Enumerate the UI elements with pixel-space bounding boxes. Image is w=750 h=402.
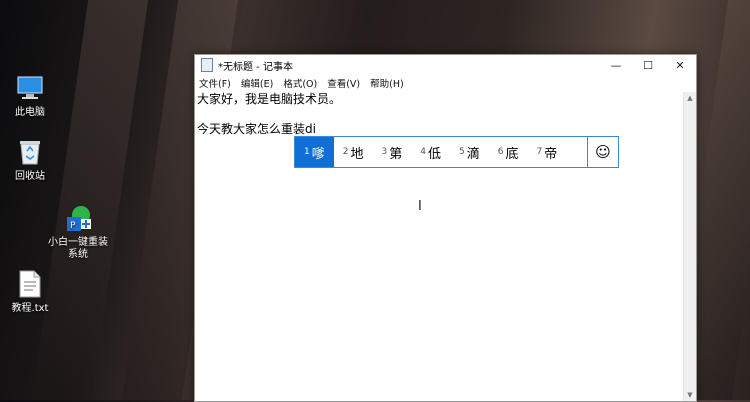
candidate-number: 7 — [536, 147, 543, 157]
ime-candidate[interactable]: 4低 — [411, 137, 450, 167]
menu-bar: 文件(F) 编辑(E) 格式(O) 查看(V) 帮助(H) — [195, 75, 696, 91]
menu-file[interactable]: 文件(F) — [199, 76, 231, 90]
candidate-number: 2 — [342, 147, 349, 157]
ime-candidate[interactable]: 1嗲 — [295, 137, 334, 167]
notepad-window[interactable]: *无标题 - 记事本 — ☐ ✕ 文件(F) 编辑(E) 格式(O) 查看(V)… — [194, 54, 697, 402]
desktop-icon-label: 回收站 — [15, 171, 45, 182]
text-line — [197, 107, 684, 122]
desktop-icon-this-pc[interactable]: 此电脑 — [0, 72, 60, 119]
candidate-text: 帝 — [544, 146, 558, 162]
candidate-text: 地 — [350, 146, 364, 162]
svg-text:P: P — [70, 221, 76, 231]
ime-candidate-bar: 1嗲 2地 3第 4低 5滴 6底 7帝 ☺ — [294, 136, 619, 168]
recycle-bin-icon — [14, 136, 46, 168]
vertical-scrollbar[interactable]: ▲ ▼ — [683, 92, 696, 401]
menu-format[interactable]: 格式(O) — [283, 76, 317, 90]
text-cursor-icon: I — [418, 199, 422, 214]
candidate-number: 5 — [459, 147, 465, 157]
emoji-icon[interactable]: ☺ — [587, 137, 618, 167]
desktop-icon-label: 教程.txt — [11, 303, 49, 314]
ime-candidate[interactable]: 7帝 — [528, 137, 567, 167]
window-title: *无标题 - 记事本 — [218, 61, 293, 73]
maximize-button[interactable]: ☐ — [632, 55, 664, 75]
ime-candidate[interactable]: 5滴 — [450, 137, 489, 167]
candidate-number: 6 — [497, 147, 504, 157]
candidate-text: 第 — [389, 146, 403, 162]
menu-view[interactable]: 查看(V) — [327, 76, 360, 90]
menu-edit[interactable]: 编辑(E) — [241, 76, 273, 90]
scroll-down-icon[interactable]: ▼ — [684, 389, 696, 401]
desktop-icon-tutorial-txt[interactable]: 教程.txt — [0, 268, 60, 315]
desktop-icon-label: 小白一键重装系统 — [48, 237, 108, 260]
ime-candidate[interactable]: 3第 — [373, 137, 412, 167]
candidate-number: 4 — [420, 147, 426, 157]
candidate-text: 嗲 — [311, 146, 325, 162]
candidate-text: 底 — [505, 146, 519, 162]
xiaobai-app-icon: P — [62, 202, 94, 234]
desktop-icon-recycle-bin[interactable]: 回收站 — [0, 136, 60, 183]
candidate-text: 低 — [427, 146, 441, 162]
scroll-up-icon[interactable]: ▲ — [684, 92, 696, 104]
text-file-icon — [14, 268, 46, 300]
candidate-number: 1 — [304, 147, 310, 157]
candidate-text: 滴 — [466, 146, 480, 162]
menu-help[interactable]: 帮助(H) — [370, 76, 404, 90]
candidate-number: 3 — [381, 147, 388, 157]
desktop-icon-xiaobai-reinstall[interactable]: P 小白一键重装系统 — [48, 202, 108, 261]
title-bar[interactable]: *无标题 - 记事本 — ☐ ✕ — [195, 55, 696, 75]
text-line: 大家好，我是电脑技术员。 — [197, 92, 342, 106]
text-line: 今天教大家怎么重装di — [197, 122, 316, 136]
notepad-icon — [201, 58, 213, 72]
computer-icon — [14, 72, 46, 104]
close-button[interactable]: ✕ — [664, 55, 696, 75]
minimize-button[interactable]: — — [600, 55, 632, 75]
desktop-icon-label: 此电脑 — [15, 107, 45, 118]
ime-candidate[interactable]: 2地 — [334, 137, 373, 167]
ime-candidate[interactable]: 6底 — [489, 137, 528, 167]
